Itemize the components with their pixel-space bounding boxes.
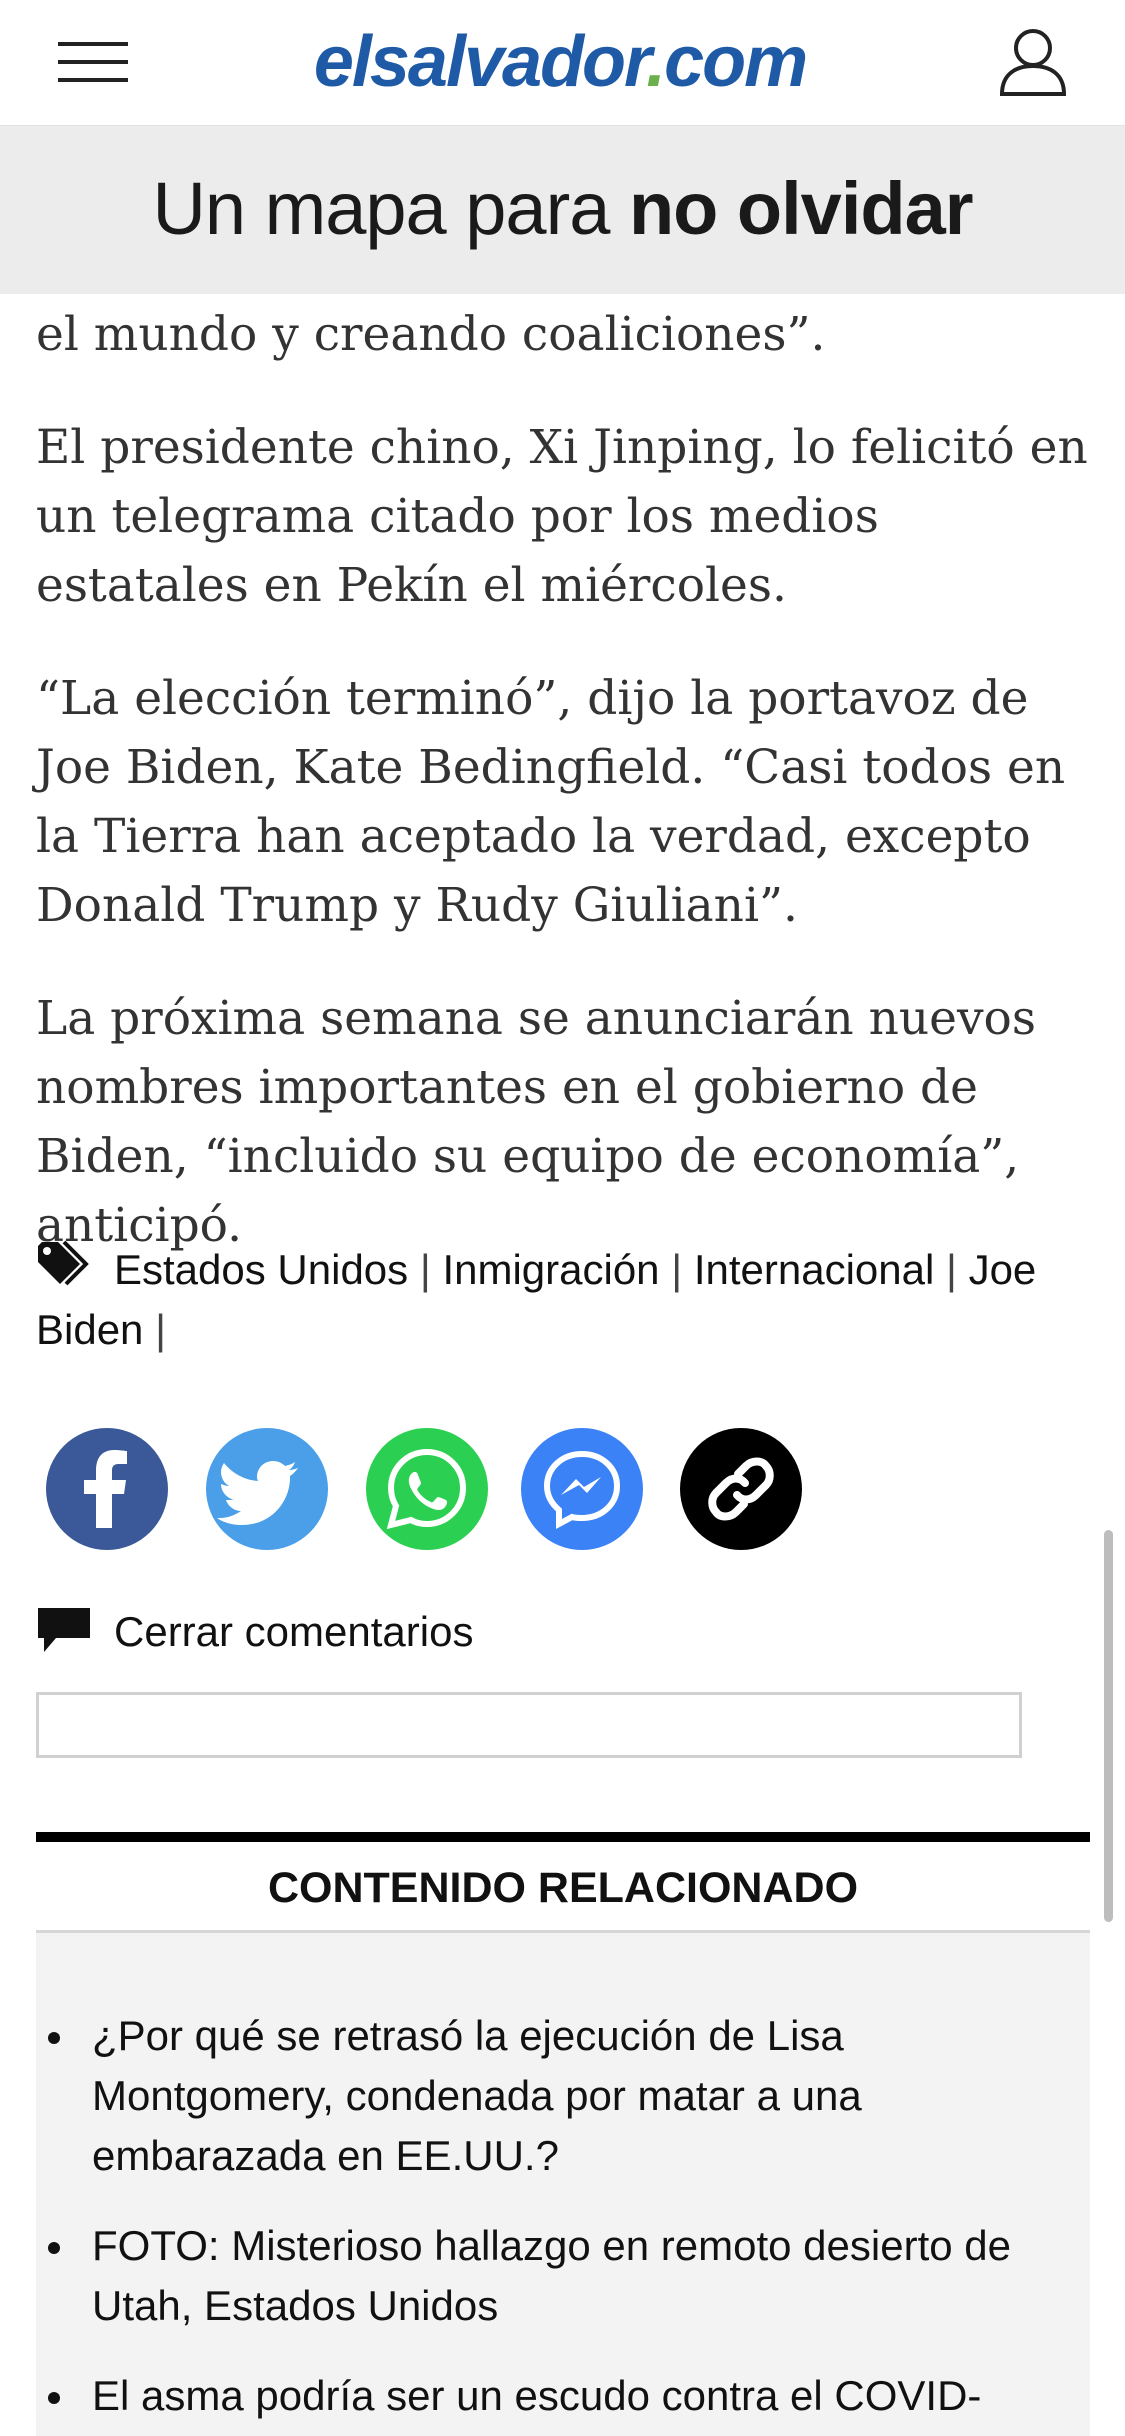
article-paragraph: El presidente chino, Xi Jinping, lo feli… [36, 420, 1088, 613]
twitter-icon [217, 1461, 298, 1525]
whatsapp-icon [386, 1448, 467, 1530]
page: elsalvador.com Un mapa para no olvidar e… [0, 0, 1125, 2436]
related-item[interactable]: FOTO: Misterioso hallazgo en remoto desi… [48, 2216, 1052, 2336]
banner-text: Un mapa para no olvidar [0, 164, 1125, 254]
banner-text-bold: no olvidar [628, 167, 974, 250]
comment-icon [36, 1606, 92, 1654]
article-tags: Estados Unidos | Inmigración | Internaci… [36, 1240, 1096, 1360]
tag-link-internacional[interactable]: Internacional [694, 1246, 935, 1293]
tag-link-inmigracion[interactable]: Inmigración [442, 1246, 659, 1293]
user-profile-icon[interactable] [998, 26, 1068, 96]
facebook-icon [84, 1450, 127, 1528]
article-paragraph: “La elección terminó”, dijo la portavoz … [36, 671, 1066, 933]
banner-text-regular: Un mapa para [152, 167, 629, 250]
scrollbar[interactable] [1104, 1530, 1113, 1922]
tag-icon [36, 1240, 92, 1290]
related-item[interactable]: El asma podría ser un escudo contra el C… [48, 2366, 1052, 2426]
related-item[interactable]: ¿Por qué se retrasó la ejecución de Lisa… [48, 2006, 1052, 2186]
twitter-share-button[interactable] [206, 1428, 328, 1550]
article-paragraph: La próxima semana se anunciarán nuevos n… [36, 991, 1036, 1253]
facebook-share-button[interactable] [46, 1428, 168, 1550]
close-comments-label: Cerrar comentarios [114, 1608, 474, 1655]
tag-link-estados-unidos[interactable]: Estados Unidos [114, 1246, 408, 1293]
related-divider [36, 1832, 1090, 1842]
article-body: el mundo y creando coaliciones”. El pres… [36, 294, 1096, 1304]
link-icon [708, 1457, 774, 1521]
tag-separator: | [419, 1246, 431, 1293]
messenger-icon [543, 1450, 621, 1530]
related-content-title: CONTENIDO RELACIONADO [267, 1864, 859, 1912]
close-comments-button[interactable]: Cerrar comentarios [36, 1602, 736, 1662]
promo-banner[interactable]: Un mapa para no olvidar [0, 126, 1125, 294]
article-paragraph: el mundo y creando coaliciones”. [36, 307, 826, 362]
hamburger-menu-icon[interactable] [58, 42, 128, 82]
tag-separator: | [945, 1246, 957, 1293]
share-bar [46, 1428, 1046, 1550]
whatsapp-share-button[interactable] [366, 1428, 488, 1550]
comments-container[interactable] [36, 1692, 1022, 1758]
related-list: ¿Por qué se retrasó la ejecución de Lisa… [48, 2006, 1052, 2436]
copy-link-button[interactable] [680, 1428, 802, 1550]
tag-separator: | [155, 1306, 167, 1353]
tag-separator: | [671, 1246, 683, 1293]
site-logo[interactable]: elsalvador.com [240, 22, 880, 102]
top-header: elsalvador.com [0, 0, 1125, 126]
messenger-share-button[interactable] [521, 1428, 643, 1550]
